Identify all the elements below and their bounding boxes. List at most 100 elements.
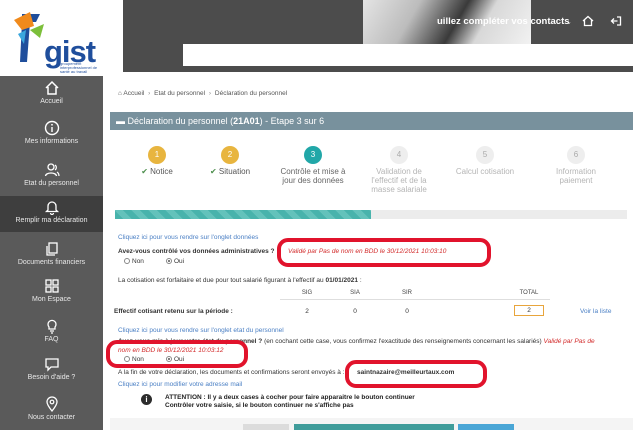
step-label-text: Information paiement [555, 167, 597, 185]
panel-title-suffix: ) - Etape 3 sur 6 [259, 116, 325, 126]
step-label: ✔ Situation [195, 167, 265, 176]
cotisation-text-after: : [359, 277, 362, 284]
attention-note: ATTENTION : Il y a deux cases à cocher p… [165, 394, 415, 410]
lightbulb-icon [46, 319, 57, 334]
value-sia: 0 [353, 308, 357, 315]
col-header-sir: SIR [401, 290, 412, 296]
link-modifier-adresse-mail[interactable]: Cliquez ici pour modifier votre adresse … [118, 381, 242, 388]
col-header-sig: SIG [301, 290, 313, 296]
attention-line-1: ATTENTION : Il y a deux cases à cocher p… [165, 394, 415, 401]
info-icon [44, 120, 59, 136]
sidebar-item-label: Nous contacter [27, 414, 76, 421]
continue-button[interactable] [294, 424, 454, 430]
sidebar-item-accueil[interactable]: Accueil [0, 80, 103, 124]
radio-oui-1-label[interactable]: Oui [166, 258, 184, 265]
effectif-label: Effectif cotisant retenu sur la période … [114, 308, 233, 315]
value-sir: 0 [405, 308, 409, 315]
check-icon: ✔ [141, 167, 148, 176]
attention-line-2: Contrôler votre saisie, si le bouton con… [165, 402, 354, 409]
step-number: 2 [221, 146, 239, 164]
breadcrumb-page: Déclaration du personnel [214, 90, 288, 97]
cotisation-date: 01/01/2021 [325, 277, 358, 284]
step-number: 1 [148, 146, 166, 164]
step-number: 6 [567, 146, 585, 164]
validation-status-2a: Validé par Pas de [543, 338, 595, 345]
step-notice[interactable]: 1 ✔ Notice [122, 146, 192, 176]
step-situation[interactable]: 2 ✔ Situation [195, 146, 265, 176]
step-calcul: 5 Calcul cotisation [450, 146, 520, 176]
check-icon: ✔ [209, 167, 217, 176]
chat-icon [44, 358, 59, 372]
location-icon [45, 396, 58, 412]
sidebar-item-remplir-ma-declaration[interactable]: Remplir ma déclaration [0, 196, 103, 232]
sidebar-item-label: Mes informations [24, 138, 79, 145]
step-label-text: Contrôle et mise à jour des données [280, 167, 346, 185]
breadcrumb-separator: › [148, 90, 151, 97]
panel-title-code: 21A01 [233, 116, 260, 126]
step-label-text: Situation [218, 167, 251, 176]
step-validation: 4 Validation de l'effectif et de la mass… [364, 146, 434, 194]
save-button[interactable] [458, 424, 514, 430]
cotisation-text-before: La cotisation est forfaitaire et due pou… [118, 277, 324, 284]
sidebar-item-label: Accueil [40, 98, 63, 105]
email-text: A la fin de votre déclaration, les docum… [118, 369, 345, 376]
radio-non-1-label[interactable]: Non [124, 258, 144, 265]
sidebar-item-mon-espace[interactable]: Mon Espace [0, 278, 103, 322]
sidebar-item-mes-informations[interactable]: Mes informations [0, 120, 103, 164]
red-callout-validation-1 [277, 238, 491, 267]
grid-divider [280, 299, 550, 300]
step-number: 3 [304, 146, 322, 164]
question-etat-personnel-explain: (en cochant cette case, vous confirmez l… [264, 338, 542, 345]
logout-icon[interactable] [610, 15, 622, 27]
sidebar-item-besoin-d-aide[interactable]: Besoin d'aide ? [0, 356, 103, 400]
page-title: ▬ Déclaration du personnel (21A01) - Eta… [110, 112, 633, 130]
sidebar-item-label: Remplir ma déclaration [15, 217, 88, 224]
link-onglet-etat-personnel[interactable]: Cliquez ici pour vous rendre sur l'ongle… [118, 327, 284, 334]
grid-icon [44, 279, 59, 293]
sidebar-item-nous-contacter[interactable]: Nous contacter [0, 396, 103, 430]
step-label-text: Notice [150, 167, 173, 176]
progress-fill [115, 210, 371, 219]
breadcrumb-home[interactable]: Accueil [123, 90, 144, 97]
red-callout-email [345, 360, 487, 388]
breadcrumb-home-icon[interactable]: ⌂ [118, 90, 122, 97]
col-header-total: TOTAL [519, 290, 539, 296]
step-number: 5 [476, 146, 494, 164]
header-dropdown-caret[interactable]: ⌄ [566, 18, 572, 26]
step-label: ✔ Notice [122, 167, 192, 176]
progress-bar [115, 210, 627, 219]
sidebar-item-label: FAQ [44, 336, 59, 343]
link-onglet-donnees[interactable]: Cliquez ici pour vous rendre sur l'ongle… [118, 234, 258, 241]
header-title[interactable]: uillez compléter vos contacts [437, 16, 570, 27]
home-icon[interactable] [582, 15, 594, 27]
col-header-sia: SIA [350, 290, 360, 296]
header-band [183, 44, 633, 66]
breadcrumb-section[interactable]: Etat du personnel [154, 90, 205, 97]
step-paiement: 6 Information paiement [541, 146, 611, 185]
gist-logo[interactable]: gist groupement interprofessionnel de sa… [0, 0, 123, 76]
value-sig: 2 [305, 308, 309, 315]
logo-subtitle: groupement interprofessionnel de santé a… [60, 61, 98, 74]
radio-label: Non [132, 258, 144, 265]
value-total: 2 [514, 305, 544, 316]
breadcrumb: ⌂ Accueil › Etat du personnel › Déclarat… [118, 90, 287, 97]
bell-icon [44, 201, 59, 215]
link-voir-la-liste[interactable]: Voir la liste [580, 308, 611, 315]
cotisation-text: La cotisation est forfaitaire et due pou… [118, 277, 362, 284]
question-donnees-administratives: Avez-vous contrôlé vos données administr… [118, 248, 275, 255]
radio-oui-1[interactable] [166, 258, 172, 264]
sidebar-item-label: Mon Espace [32, 296, 71, 303]
info-circle-icon: i [141, 394, 152, 405]
step-number: 4 [390, 146, 408, 164]
step-controle[interactable]: 3 Contrôle et mise à jour des données [278, 146, 348, 185]
breadcrumb-separator: › [208, 90, 212, 97]
documents-icon [45, 242, 58, 256]
panel-folder-icon: ▬ [116, 116, 125, 126]
sidebar-item-label: Besoin d'aide ? [27, 374, 76, 381]
panel-title-prefix: Déclaration du personnel ( [127, 116, 234, 126]
sidebar-item-label: Etat du personnel [24, 180, 79, 187]
sidebar-item-label: Documents financiers [17, 259, 86, 266]
radio-non-1[interactable] [124, 258, 130, 264]
people-icon [44, 163, 60, 177]
back-button[interactable] [243, 424, 289, 430]
